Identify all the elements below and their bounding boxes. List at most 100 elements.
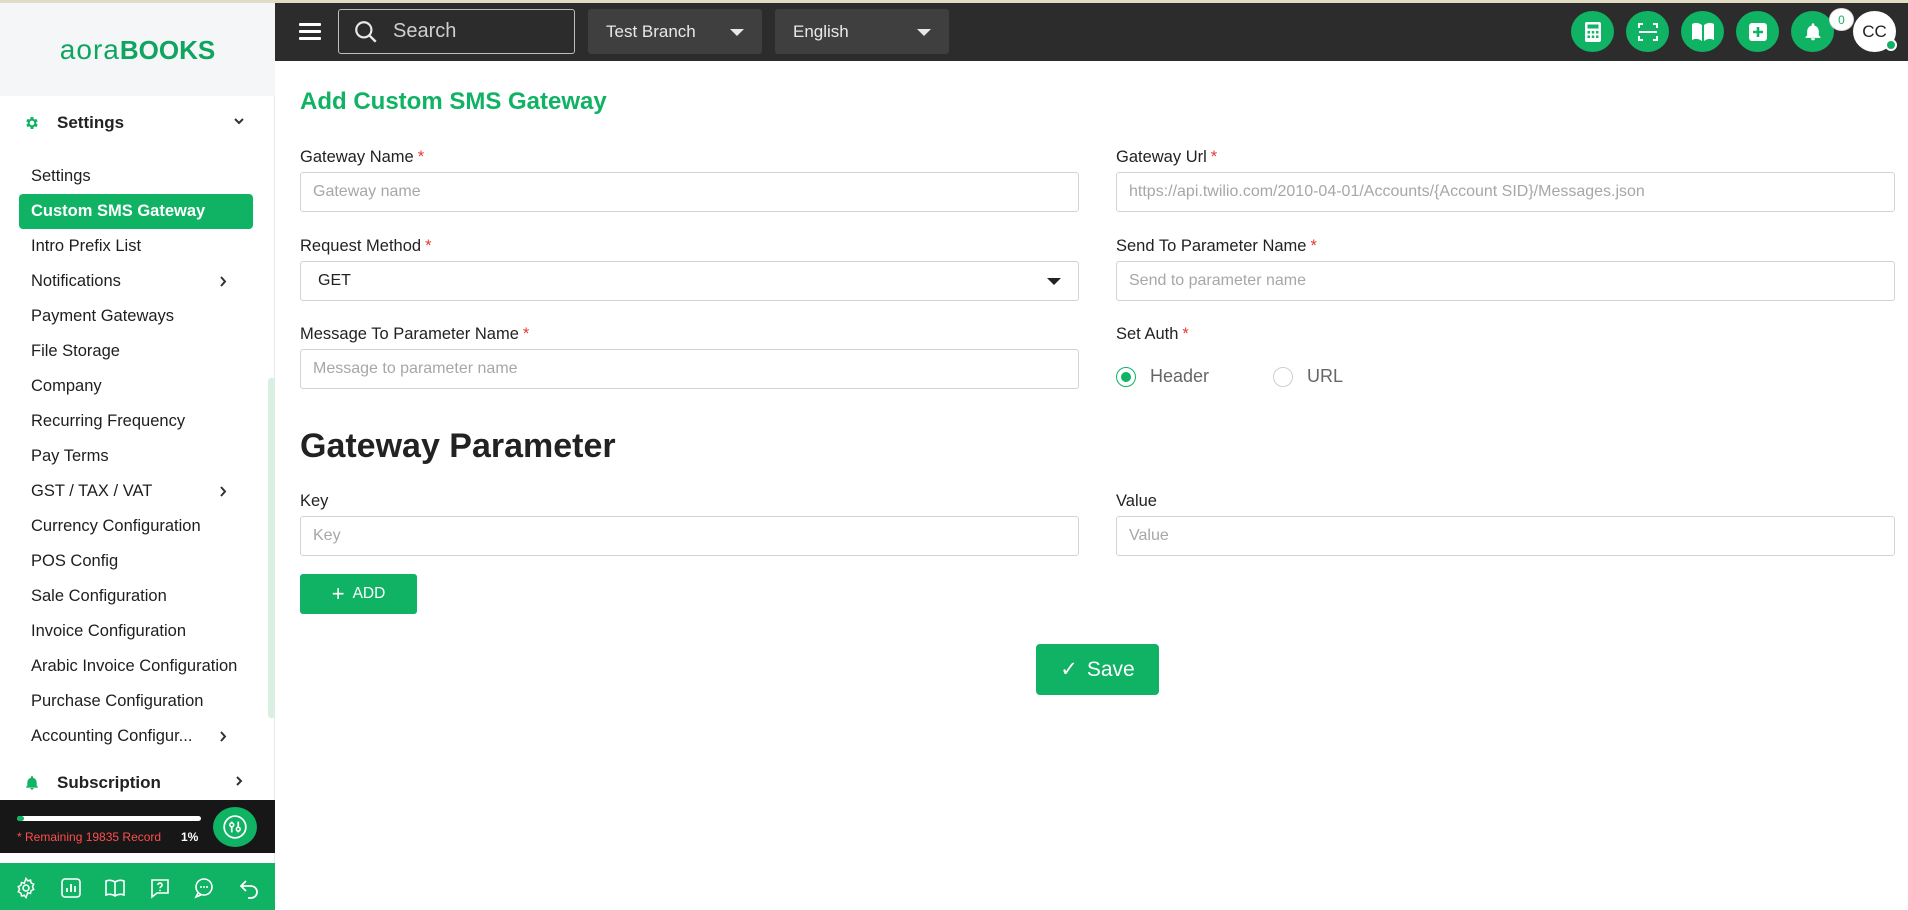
support-button[interactable] bbox=[213, 807, 257, 847]
sidebar-item[interactable]: Arabic Invoice Configuration bbox=[19, 649, 253, 684]
sidebar-item[interactable]: Notifications bbox=[19, 264, 253, 299]
auth-header-radio[interactable]: Header bbox=[1116, 366, 1209, 387]
search-icon bbox=[355, 20, 377, 43]
sidebar-item-label: Invoice Configuration bbox=[31, 622, 187, 640]
sidebar-section-settings[interactable]: Settings bbox=[0, 103, 275, 143]
auth-url-radio[interactable]: URL bbox=[1273, 366, 1343, 387]
key-input[interactable] bbox=[300, 516, 1079, 556]
avatar[interactable]: CC bbox=[1853, 11, 1897, 52]
chevron-right-icon bbox=[220, 486, 227, 497]
send-to-param-input[interactable] bbox=[1116, 261, 1895, 301]
quick-add-button[interactable] bbox=[1736, 11, 1779, 52]
check-icon: ✓ bbox=[1060, 658, 1078, 681]
logo-text: aoraBOOKS bbox=[59, 33, 216, 65]
sidebar-item[interactable]: Sale Configuration bbox=[19, 579, 253, 614]
guide-button[interactable] bbox=[1681, 11, 1724, 52]
sidebar-item[interactable]: Invoice Configuration bbox=[19, 614, 253, 649]
sidebar-section-label: Settings bbox=[57, 113, 125, 132]
sidebar-item-label: GST / TAX / VAT bbox=[31, 482, 153, 500]
caret-down-icon bbox=[730, 29, 744, 36]
branch-select[interactable]: Test Branch bbox=[588, 9, 762, 54]
language-select[interactable]: English bbox=[775, 9, 949, 54]
avatar-initials: CC bbox=[1862, 22, 1887, 41]
request-method-select[interactable]: GET bbox=[300, 261, 1079, 301]
sidebar-item-label: Payment Gateways bbox=[31, 307, 175, 325]
search-input[interactable] bbox=[393, 20, 563, 43]
settings-sliders-icon bbox=[223, 815, 247, 839]
help-icon[interactable] bbox=[146, 874, 174, 902]
topbar: Test Branch English 0 CC bbox=[275, 3, 1908, 61]
sidebar-item-label: Notifications bbox=[31, 272, 121, 290]
sidebar-item[interactable]: Currency Configuration bbox=[19, 509, 253, 544]
send-to-param-label: Send To Parameter Name * bbox=[1116, 237, 1317, 255]
page-title: Add Custom SMS Gateway bbox=[300, 88, 607, 115]
sidebar-section-subscription[interactable]: Subscription bbox=[0, 763, 275, 803]
book-open-icon bbox=[1691, 22, 1714, 41]
sidebar-scrollbar[interactable] bbox=[268, 378, 275, 718]
request-method-value: GET bbox=[318, 272, 351, 289]
bell-icon bbox=[1805, 22, 1820, 40]
sidebar-item-label: Currency Configuration bbox=[31, 517, 201, 535]
sidebar-item[interactable]: GST / TAX / VAT bbox=[19, 474, 253, 509]
sidebar-item-label: Recurring Frequency bbox=[31, 412, 186, 430]
calculator-button[interactable] bbox=[1571, 11, 1614, 52]
chart-icon[interactable] bbox=[57, 874, 85, 902]
caret-down-icon bbox=[917, 29, 931, 36]
sidebar-item[interactable]: Purchase Configuration bbox=[19, 684, 253, 719]
notifications-button[interactable] bbox=[1791, 11, 1834, 52]
key-label: Key bbox=[300, 492, 329, 510]
gear-icon[interactable] bbox=[12, 874, 40, 902]
auth-url-label: URL bbox=[1307, 366, 1344, 386]
save-button[interactable]: ✓ Save bbox=[1036, 644, 1159, 695]
sidebar-item-label: Company bbox=[31, 377, 102, 395]
sidebar-item[interactable]: Settings bbox=[19, 159, 253, 194]
sidebar-item-label: POS Config bbox=[31, 552, 119, 570]
plus-icon: + bbox=[331, 581, 345, 606]
sidebar-item-label: Settings bbox=[31, 167, 91, 185]
language-select-value: English bbox=[793, 22, 849, 41]
sidebar-item[interactable]: Accounting Configur... bbox=[19, 719, 253, 754]
chevron-down-icon bbox=[234, 118, 244, 125]
radio-checked-icon bbox=[1116, 366, 1136, 387]
message-to-param-label: Message To Parameter Name * bbox=[300, 325, 530, 343]
gateway-parameter-title: Gateway Parameter bbox=[300, 427, 616, 465]
sidebar-item[interactable]: File Storage bbox=[19, 334, 253, 369]
chat-icon[interactable] bbox=[190, 874, 218, 902]
sidebar-item[interactable]: POS Config bbox=[19, 544, 253, 579]
gateway-url-label: Gateway Url * bbox=[1116, 148, 1218, 166]
sidebar-item[interactable]: Recurring Frequency bbox=[19, 404, 253, 439]
value-label: Value bbox=[1116, 492, 1157, 510]
sidebar-item[interactable]: Company bbox=[19, 369, 253, 404]
sidebar-item[interactable]: Pay Terms bbox=[19, 439, 253, 474]
logo[interactable]: aoraBOOKS bbox=[0, 3, 275, 96]
sidebar-section-label: Subscription bbox=[57, 773, 161, 792]
sidebar-item[interactable]: Intro Prefix List bbox=[19, 229, 253, 264]
scan-button[interactable] bbox=[1626, 11, 1669, 52]
sidebar-item-label: Arabic Invoice Configuration bbox=[31, 657, 238, 675]
chevron-right-icon bbox=[236, 776, 243, 786]
search-box[interactable] bbox=[338, 9, 575, 54]
sidebar-item-label: Purchase Configuration bbox=[31, 692, 204, 710]
quota-remaining-text: * Remaining 19835 Record bbox=[17, 830, 162, 844]
add-parameter-button[interactable]: + ADD bbox=[300, 574, 417, 614]
sidebar: aoraBOOKS Settings Settings Custom SMS Ga… bbox=[0, 3, 275, 910]
sidebar-item-label: Pay Terms bbox=[31, 447, 109, 465]
value-input[interactable] bbox=[1116, 516, 1895, 556]
gateway-name-input[interactable] bbox=[300, 172, 1079, 212]
calculator-icon bbox=[1584, 21, 1601, 42]
request-method-label: Request Method * bbox=[300, 237, 432, 255]
record-quota: * Remaining 19835 Record 1% bbox=[0, 800, 275, 853]
sidebar-item[interactable]: Payment Gateways bbox=[19, 299, 253, 334]
sidebar-item-label: Intro Prefix List bbox=[31, 237, 142, 255]
sidebar-item[interactable]: Custom SMS Gateway bbox=[19, 194, 253, 229]
chevron-right-icon bbox=[220, 731, 227, 742]
sidebar-item-label: File Storage bbox=[31, 342, 120, 360]
sidebar-item-label: Accounting Configur... bbox=[31, 727, 193, 745]
menu-toggle-icon[interactable] bbox=[299, 23, 321, 41]
back-icon[interactable] bbox=[235, 874, 263, 902]
plus-square-icon bbox=[1748, 22, 1767, 41]
gateway-url-input[interactable] bbox=[1116, 172, 1895, 212]
book-icon[interactable] bbox=[101, 874, 129, 902]
caret-down-icon bbox=[1047, 278, 1061, 285]
message-to-param-input[interactable] bbox=[300, 349, 1079, 389]
